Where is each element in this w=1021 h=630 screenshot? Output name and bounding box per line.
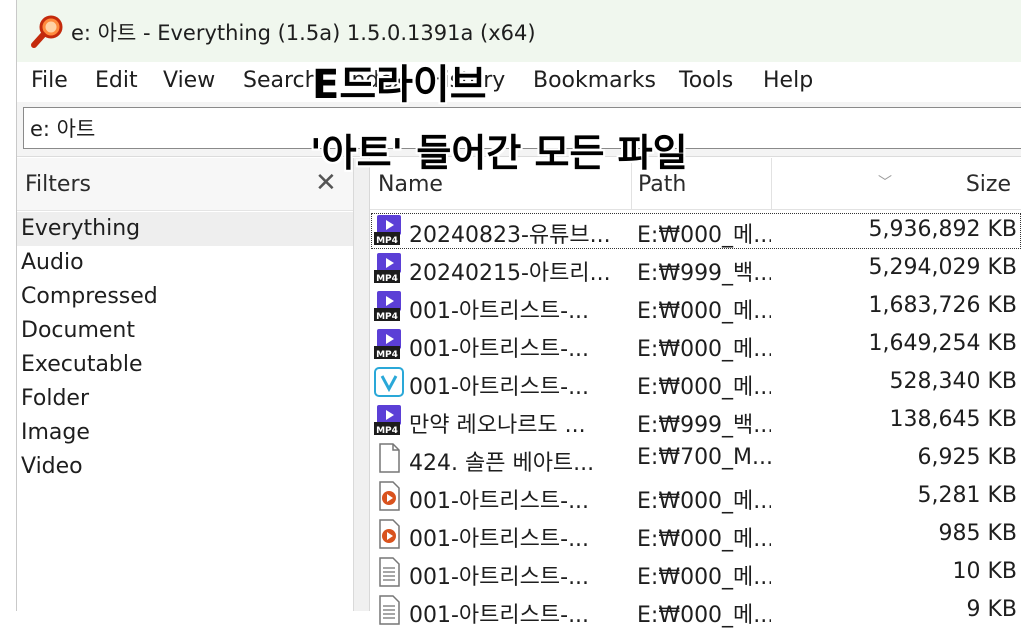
file-size: 1,683,726 KB bbox=[868, 293, 1017, 318]
media-file-icon bbox=[373, 480, 405, 512]
table-row[interactable]: 001-아트리스트-...E:₩000_메...528,340 KB2 bbox=[370, 364, 1021, 402]
menu-view[interactable]: View bbox=[163, 68, 215, 93]
file-name: 20240215-아트리... bbox=[409, 261, 611, 286]
file-path: E:₩700_M... bbox=[637, 445, 771, 470]
magnifier-app-icon bbox=[31, 15, 63, 48]
svg-text:MP4: MP4 bbox=[376, 426, 398, 436]
svg-text:MP4: MP4 bbox=[376, 274, 398, 284]
filter-document[interactable]: Document bbox=[17, 314, 353, 348]
menu-file[interactable]: File bbox=[31, 68, 68, 93]
mp4-video-icon: MP4 bbox=[373, 252, 405, 284]
filters-title: Filters bbox=[25, 172, 91, 197]
file-path: E:₩999_백... bbox=[637, 413, 771, 438]
mp4-video-icon: MP4 bbox=[373, 404, 405, 436]
filter-folder[interactable]: Folder bbox=[17, 382, 353, 416]
overlay-caption-description: '아트' 들어간 모든 파일 bbox=[310, 131, 688, 175]
menu-bookmarks[interactable]: Bookmarks bbox=[533, 68, 656, 93]
menu-help[interactable]: Help bbox=[763, 68, 813, 93]
file-path: E:₩000_메... bbox=[637, 527, 771, 552]
svg-text:MP4: MP4 bbox=[376, 236, 398, 246]
everything-window: e: 아트 - Everything (1.5a) 1.5.0.1391a (x… bbox=[16, 0, 1021, 628]
file-name: 001-아트리스트-... bbox=[409, 603, 590, 628]
file-size: 985 KB bbox=[938, 521, 1017, 546]
text-file-icon bbox=[373, 594, 405, 626]
table-row[interactable]: 001-아트리스트-...E:₩000_메...9 KB2 bbox=[370, 592, 1021, 630]
menu-edit[interactable]: Edit bbox=[95, 68, 138, 93]
file-name: 001-아트리스트-... bbox=[409, 337, 590, 362]
file-size: 5,281 KB bbox=[917, 483, 1018, 508]
window-title: e: 아트 - Everything (1.5a) 1.5.0.1391a (x… bbox=[71, 21, 536, 45]
file-size: 528,340 KB bbox=[889, 369, 1018, 394]
svg-text:MP4: MP4 bbox=[376, 350, 398, 360]
file-size: 138,645 KB bbox=[889, 407, 1018, 432]
vrew-icon bbox=[373, 366, 405, 398]
table-row[interactable]: 001-아트리스트-...E:₩000_메...5,281 KB2 bbox=[370, 478, 1021, 516]
file-name: 424. 솔픈 베아트... bbox=[409, 451, 595, 476]
file-name: 001-아트리스트-... bbox=[409, 489, 590, 514]
title-bar[interactable]: e: 아트 - Everything (1.5a) 1.5.0.1391a (x… bbox=[17, 0, 1021, 63]
table-row[interactable]: MP4 20240823-유튜브... E:₩000_메... 5,936,892 K… bbox=[370, 212, 1021, 250]
file-path: E:₩999_백... bbox=[637, 261, 771, 286]
filter-executable[interactable]: Executable bbox=[17, 348, 353, 382]
file-path: E:₩000_메... bbox=[637, 565, 771, 590]
filter-audio[interactable]: Audio bbox=[17, 246, 353, 280]
table-row[interactable]: MP4 20240215-아트리... E:₩999_백... 5,294,029 K… bbox=[370, 250, 1021, 288]
file-name: 20240823-유튜브... bbox=[409, 223, 611, 248]
column-size-label: Size bbox=[965, 172, 1011, 197]
svg-text:MP4: MP4 bbox=[376, 312, 398, 322]
filter-compressed[interactable]: Compressed bbox=[17, 280, 353, 314]
table-row[interactable]: 424. 솔픈 베아트...E:₩700_M...6,925 KB2 bbox=[370, 440, 1021, 478]
sort-descending-icon: ﹀ bbox=[878, 175, 892, 191]
file-name: 001-아트리스트-... bbox=[409, 565, 590, 590]
file-size: 5,936,892 KB bbox=[868, 217, 1017, 242]
table-row[interactable]: MP4만약 레오나르도 ...E:₩999_백...138,645 KB2 bbox=[370, 402, 1021, 440]
mp4-video-icon: MP4 bbox=[373, 290, 405, 322]
filters-header: Filters ✕ bbox=[17, 158, 353, 211]
file-size: 6,925 KB bbox=[917, 445, 1018, 470]
file-size: 9 KB bbox=[966, 597, 1017, 622]
file-size: 5,294,029 KB bbox=[868, 255, 1017, 280]
menu-bar: File Edit View Search Index History Book… bbox=[17, 62, 1021, 102]
file-name: 001-아트리스트-... bbox=[409, 527, 590, 552]
file-path: E:₩000_메... bbox=[637, 299, 771, 324]
file-name: 001-아트리스트-... bbox=[409, 299, 590, 324]
table-row[interactable]: 001-아트리스트-...E:₩000_메...10 KB2 bbox=[370, 554, 1021, 592]
filter-everything[interactable]: Everything bbox=[17, 212, 353, 246]
menu-tools[interactable]: Tools bbox=[679, 68, 733, 93]
menu-search[interactable]: Search bbox=[243, 68, 319, 93]
file-path: E:₩000_메... bbox=[637, 223, 771, 248]
mp4-video-icon: MP4 bbox=[373, 328, 405, 360]
file-path: E:₩000_메... bbox=[637, 603, 771, 628]
text-file-icon bbox=[373, 556, 405, 588]
filter-image[interactable]: Image bbox=[17, 416, 353, 450]
blank-file-icon bbox=[373, 442, 405, 474]
file-path: E:₩000_메... bbox=[637, 375, 771, 400]
file-path: E:₩000_메... bbox=[637, 337, 771, 362]
results-list: Name Path Size ﹀ MP4 20240823-유튜브... E:₩00… bbox=[370, 158, 1021, 628]
media-file-icon bbox=[373, 518, 405, 550]
file-name: 만약 레오나르도 ... bbox=[409, 413, 586, 438]
table-row[interactable]: MP4001-아트리스트-...E:₩000_메...1,683,726 KB2 bbox=[370, 288, 1021, 326]
filters-panel: Filters ✕ Everything Audio Compressed Do… bbox=[17, 158, 354, 611]
table-row[interactable]: MP4001-아트리스트-...E:₩000_메...1,649,254 KB2 bbox=[370, 326, 1021, 364]
mp4-video-icon: MP4 bbox=[373, 214, 405, 246]
panel-splitter[interactable] bbox=[354, 158, 370, 611]
table-row[interactable]: 001-아트리스트-...E:₩000_메...985 KB2 bbox=[370, 516, 1021, 554]
column-header-size[interactable]: Size ﹀ bbox=[772, 158, 1021, 210]
file-size: 10 KB bbox=[952, 559, 1017, 584]
file-path: E:₩000_메... bbox=[637, 489, 771, 514]
file-size: 1,649,254 KB bbox=[868, 331, 1017, 356]
filter-video[interactable]: Video bbox=[17, 450, 353, 484]
overlay-caption-drive: E드라이브 bbox=[312, 62, 487, 108]
file-name: 001-아트리스트-... bbox=[409, 375, 590, 400]
